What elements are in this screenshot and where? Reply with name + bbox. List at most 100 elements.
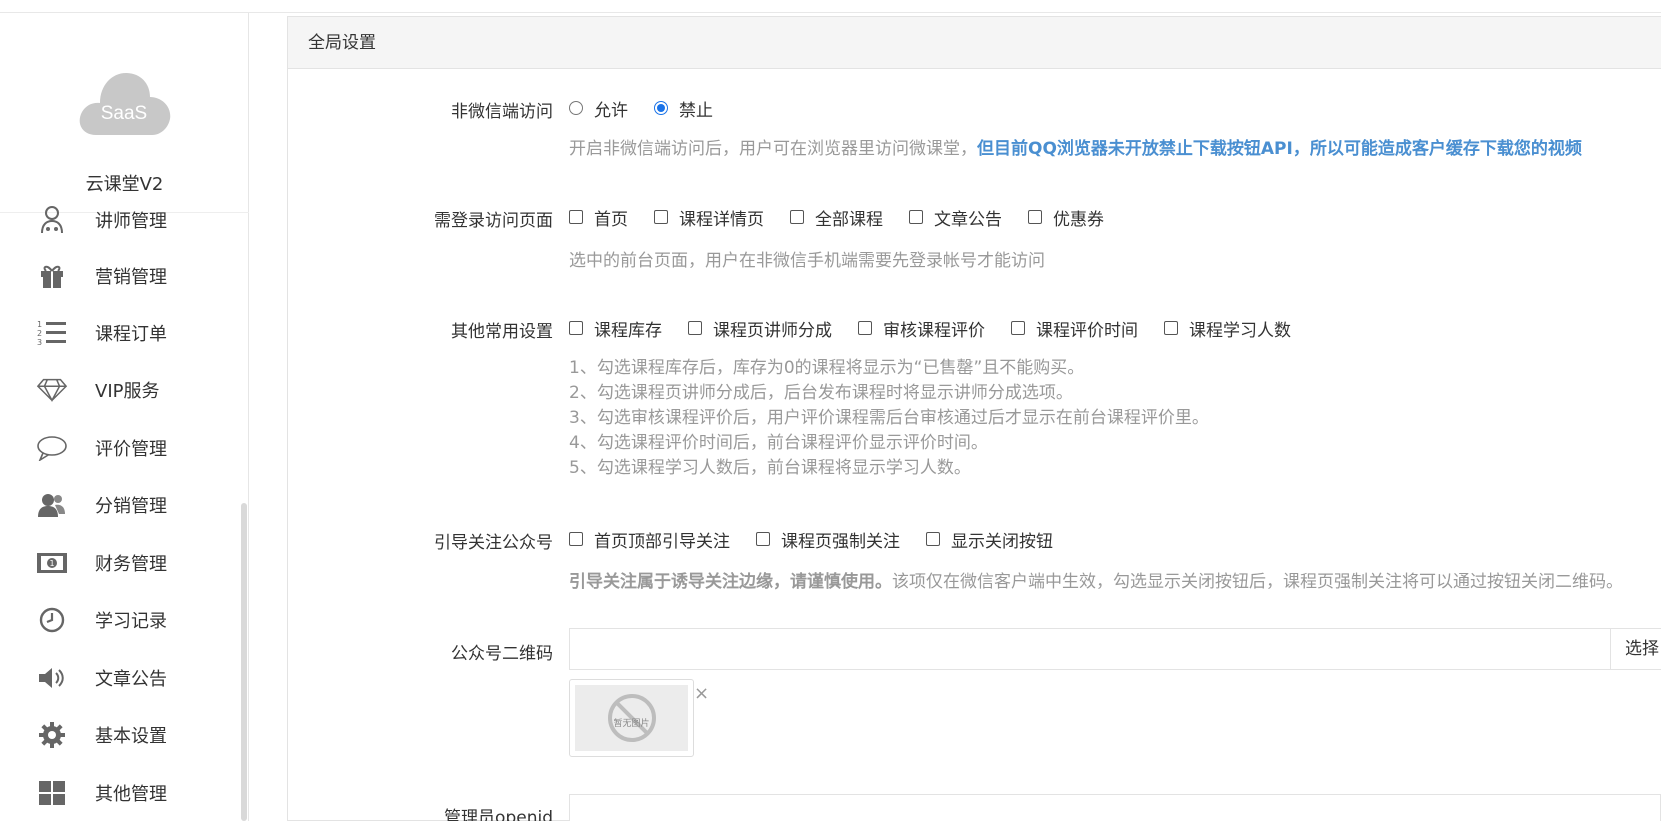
checkbox[interactable] (926, 532, 940, 546)
sidebar-item-label: 讲师管理 (95, 211, 167, 232)
checkbox[interactable] (569, 210, 583, 224)
remove-image-icon[interactable]: × (694, 683, 709, 704)
teacher-icon (36, 204, 68, 236)
help-line: 4、勾选课程评价时间后，前台课程评价显示评价时间。 (569, 433, 988, 453)
radio-button-checked[interactable] (654, 101, 668, 115)
checkbox-label: 课程评价时间 (1036, 320, 1138, 341)
grid-icon (36, 777, 68, 809)
users-icon (36, 489, 68, 521)
sidebar-item-label: VIP服务 (95, 381, 160, 402)
help-line: 3、勾选审核课程评价后，用户评价课程需后台审核通过后才显示在前台课程评价里。 (569, 408, 1209, 428)
checkbox-articles[interactable]: 文章公告 (909, 205, 1002, 230)
svg-text:3: 3 (37, 338, 42, 347)
checkbox-coupons[interactable]: 优惠券 (1028, 205, 1104, 230)
wechat-access-label: 非微信端访问 (451, 102, 553, 122)
sidebar-item-label: 营销管理 (95, 267, 167, 288)
checkbox[interactable] (790, 210, 804, 224)
logo-text: SaaS (101, 103, 147, 124)
help-line: 2、勾选课程页讲师分成后，后台发布课程时将显示讲师分成选项。 (569, 383, 1073, 403)
qrcode-input[interactable]: 选择 (569, 628, 1661, 670)
radio-label: 允许 (594, 100, 628, 121)
brand-name: 云课堂V2 (85, 174, 164, 195)
checkbox-label: 显示关闭按钮 (951, 531, 1053, 552)
sidebar-item-label: 学习记录 (95, 611, 167, 632)
checkbox-course-detail[interactable]: 课程详情页 (654, 205, 764, 230)
sidebar-item-other[interactable]: 其他管理 (0, 768, 240, 818)
checkbox-teacher-share[interactable]: 课程页讲师分成 (688, 316, 832, 341)
checkbox-label: 课程学习人数 (1189, 320, 1291, 341)
qrcode-label: 公众号二维码 (451, 644, 553, 664)
admin-openid-label: 管理员openid (444, 808, 553, 821)
checkbox[interactable] (688, 321, 702, 335)
sidebar: SaaS 云课堂V2 讲师管理 营销管理 123 课程订单 VIP服务 评价管理… (0, 13, 249, 821)
panel-title: 全局设置 (288, 17, 1661, 69)
saas-cloud-logo: SaaS (79, 73, 171, 135)
checkbox[interactable] (1164, 321, 1178, 335)
clock-icon (36, 604, 68, 636)
checkbox-label: 文章公告 (934, 209, 1002, 230)
checkbox[interactable] (909, 210, 923, 224)
sidebar-item-teachers[interactable]: 讲师管理 (0, 195, 240, 245)
sidebar-item-label: 文章公告 (95, 669, 167, 690)
common-settings-label: 其他常用设置 (451, 322, 553, 342)
speaker-icon (36, 662, 68, 694)
checkbox-label: 审核课程评价 (883, 320, 985, 341)
wechat-access-options: 允许 禁止 (569, 96, 739, 121)
checkbox[interactable] (1028, 210, 1042, 224)
checkbox-label: 全部课程 (815, 209, 883, 230)
checkbox-label: 课程详情页 (679, 209, 764, 230)
checkbox-label: 课程库存 (594, 320, 662, 341)
radio-button[interactable] (569, 101, 583, 115)
checkbox-label: 首页 (594, 209, 628, 230)
checkbox-all-courses[interactable]: 全部课程 (790, 205, 883, 230)
top-bar (0, 0, 1661, 13)
sidebar-item-learning-records[interactable]: 学习记录 (0, 595, 240, 645)
comment-icon (36, 432, 68, 464)
svg-text:2: 2 (37, 329, 42, 338)
checkbox-label: 课程页强制关注 (781, 531, 900, 552)
qrcode-thumbnail[interactable]: 暂无图片 (569, 679, 694, 757)
checkbox-review-audit[interactable]: 审核课程评价 (858, 316, 985, 341)
sidebar-item-vip[interactable]: VIP服务 (0, 365, 240, 415)
checkbox-force-follow[interactable]: 课程页强制关注 (756, 527, 900, 552)
checkbox[interactable] (858, 321, 872, 335)
checkbox-label: 课程页讲师分成 (713, 320, 832, 341)
gear-icon (36, 719, 68, 751)
radio-allow[interactable]: 允许 (569, 96, 628, 121)
checkbox[interactable] (1011, 321, 1025, 335)
sidebar-item-label: 评价管理 (95, 439, 167, 460)
checkbox-label: 优惠券 (1053, 209, 1104, 230)
help-warning: 引导关注属于诱导关注边缘，请谨慎使用。 (569, 572, 892, 592)
login-pages-options: 首页 课程详情页 全部课程 文章公告 优惠券 (569, 205, 1130, 230)
checkbox-show-close[interactable]: 显示关闭按钮 (926, 527, 1053, 552)
checkbox[interactable] (569, 532, 583, 546)
follow-account-options: 首页顶部引导关注 课程页强制关注 显示关闭按钮 (569, 527, 1079, 552)
radio-forbid[interactable]: 禁止 (654, 96, 713, 121)
checkbox-review-time[interactable]: 课程评价时间 (1011, 316, 1138, 341)
sidebar-item-orders[interactable]: 123 课程订单 (0, 308, 240, 358)
sidebar-scrollbar[interactable] (241, 503, 247, 821)
no-image-text: 暂无图片 (613, 719, 650, 729)
sidebar-item-reviews[interactable]: 评价管理 (0, 423, 240, 473)
help-text: 该项仅在微信客户端中生效，勾选显示关闭按钮后，课程页强制关注将可以通过按钮关闭二… (892, 572, 1623, 592)
checkbox-home[interactable]: 首页 (569, 205, 628, 230)
checkbox-learner-count[interactable]: 课程学习人数 (1164, 316, 1291, 341)
select-image-button[interactable]: 选择 (1610, 629, 1661, 669)
follow-account-label: 引导关注公众号 (434, 533, 553, 553)
checkbox[interactable] (756, 532, 770, 546)
help-warning: 但目前QQ浏览器未开放禁止下载按钮API，所以可能造成客户缓存下载您的视频 (977, 139, 1582, 159)
sidebar-item-label: 分销管理 (95, 496, 167, 517)
checkbox-home-follow[interactable]: 首页顶部引导关注 (569, 527, 730, 552)
sidebar-item-distribution[interactable]: 分销管理 (0, 480, 240, 530)
sidebar-item-basic-settings[interactable]: 基本设置 (0, 710, 240, 760)
admin-openid-input[interactable] (569, 794, 1661, 821)
checkbox[interactable] (654, 210, 668, 224)
checkbox-course-stock[interactable]: 课程库存 (569, 316, 662, 341)
sidebar-item-label: 课程订单 (95, 324, 167, 345)
no-image-placeholder: 暂无图片 (575, 685, 688, 751)
checkbox-label: 首页顶部引导关注 (594, 531, 730, 552)
checkbox[interactable] (569, 321, 583, 335)
sidebar-item-finance[interactable]: 1 财务管理 (0, 538, 240, 588)
sidebar-item-marketing[interactable]: 营销管理 (0, 251, 240, 301)
sidebar-item-articles[interactable]: 文章公告 (0, 653, 240, 703)
